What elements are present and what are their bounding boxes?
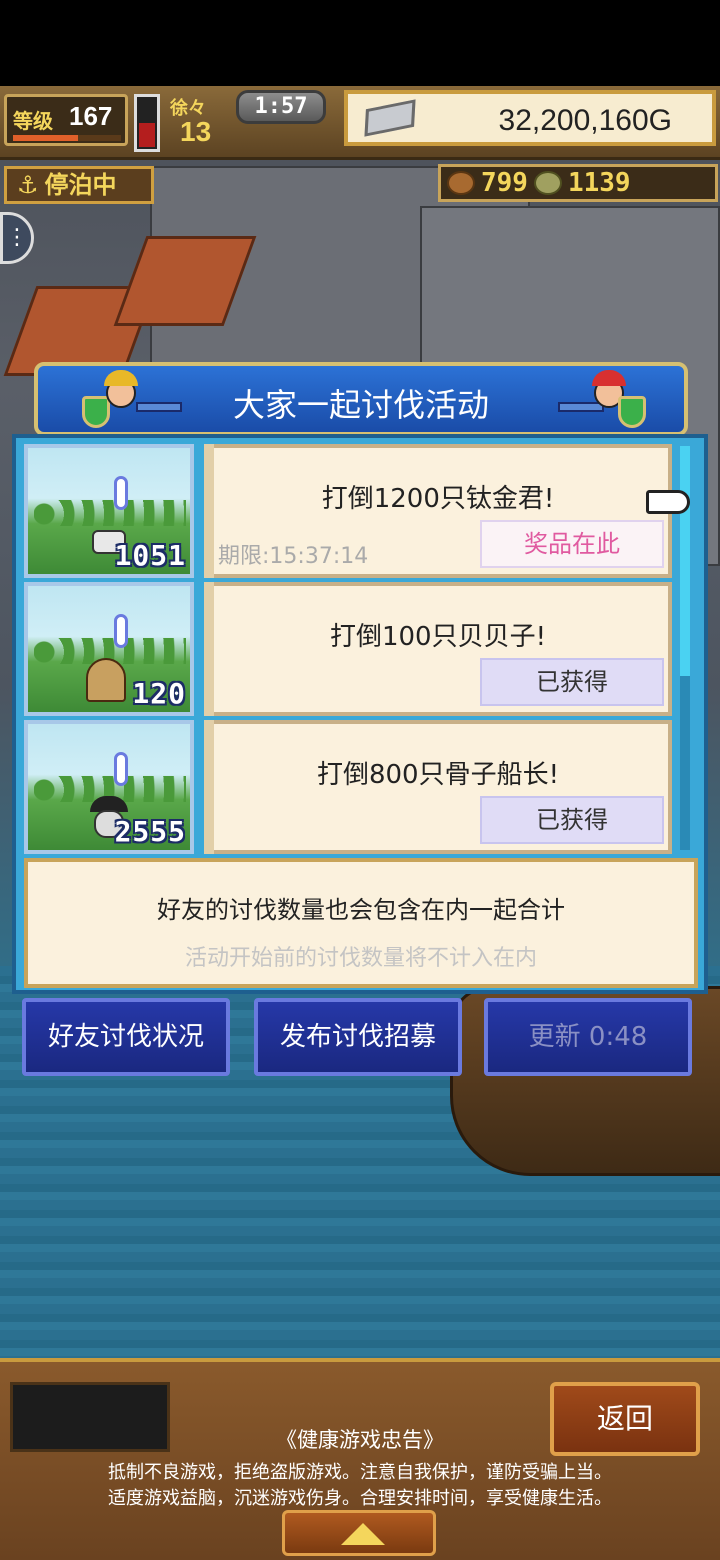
- wood-log-icon: [447, 171, 475, 195]
- obtained-status: 已获得: [480, 796, 664, 844]
- quest-thumbnail: 2555: [24, 720, 194, 854]
- kill-count: 2555: [114, 815, 186, 848]
- status-bar: [0, 0, 720, 86]
- silver-bar-icon: [364, 99, 416, 137]
- exclamation-icon: [114, 752, 128, 786]
- health-notice-title: 《健康游戏忠告》: [276, 1428, 444, 1452]
- hermit-crab-monster-icon: [86, 658, 132, 702]
- event-info: 好友的讨伐数量也会包含在内一起合计 活动开始前的讨伐数量将不计入在内: [24, 858, 698, 988]
- kill-count: 1051: [114, 539, 186, 572]
- resource-2-value: 1139: [567, 168, 631, 198]
- prize-button[interactable]: 奖品在此: [480, 520, 664, 568]
- quest-deadline: 期限:15:37:14: [218, 544, 369, 569]
- gold-value: 32,200,160G: [498, 104, 672, 137]
- up-arrow-icon: [341, 1523, 385, 1545]
- hand-pointer-icon: [646, 490, 690, 514]
- level-value: 167: [69, 101, 113, 131]
- quest-card: 打倒100只贝贝子! 已获得: [204, 582, 672, 716]
- scrollbar-thumb[interactable]: [680, 446, 690, 676]
- dock-status[interactable]: ⚓ 停泊中: [4, 166, 154, 204]
- quest-row: 1051 打倒1200只钛金君! 期限:15:37:14 奖品在此: [24, 444, 690, 578]
- level-panel: 等级 167: [4, 94, 128, 146]
- quest-row: 120 打倒100只贝贝子! 已获得: [24, 582, 672, 716]
- exclamation-icon: [114, 614, 128, 648]
- hat-icon: [592, 370, 626, 386]
- sword-icon: [558, 402, 604, 412]
- friends-status-button[interactable]: 好友讨伐状况: [22, 998, 230, 1076]
- quest-card: 打倒1200只钛金君! 期限:15:37:14 奖品在此: [204, 444, 690, 578]
- timer: 1:57: [236, 90, 326, 124]
- resource-1-value: 799: [481, 168, 528, 198]
- health-notice-line-2: 适度游戏益脑，沉迷游戏伤身。合理安排时间，享受健康生活。: [108, 1488, 612, 1509]
- level-progress-fill: [13, 135, 78, 141]
- event-header: 大家一起讨伐活动: [34, 362, 688, 436]
- kill-count: 120: [132, 677, 186, 710]
- info-main: 好友的讨伐数量也会包含在内一起合计: [157, 896, 565, 924]
- quest-target: 打倒100只贝贝子!: [329, 622, 547, 652]
- coin-icon: [533, 171, 562, 195]
- exclamation-icon: [114, 476, 128, 510]
- level-label: 等级: [13, 111, 53, 133]
- energy-gauge: [134, 94, 160, 152]
- expand-menu-button[interactable]: [282, 1510, 436, 1556]
- info-sub: 活动开始前的讨伐数量将不计入在内: [184, 946, 537, 971]
- quest-card: 打倒800只骨子船长! 已获得: [204, 720, 672, 854]
- quest-thumbnail: 1051: [24, 444, 194, 578]
- anchor-icon: ⚓: [17, 171, 39, 199]
- obtained-status: 已获得: [480, 658, 664, 706]
- level-progress-bar: [13, 135, 121, 141]
- hero-right-icon: [558, 370, 648, 432]
- refresh-button[interactable]: 更新 0:48: [484, 998, 692, 1076]
- gold-panel: 32,200,160G: [344, 90, 716, 146]
- quest-target: 打倒1200只钛金君!: [321, 484, 555, 514]
- event-panel: 1051 打倒1200只钛金君! 期限:15:37:14 奖品在此 120 打倒…: [12, 434, 708, 994]
- quest-row: 2555 打倒800只骨子船长! 已获得: [24, 720, 672, 854]
- gem-label: 徐々: [170, 98, 206, 119]
- shield-icon: [618, 396, 646, 428]
- dock-status-label: 停泊中: [44, 171, 117, 199]
- gem-value: 13: [180, 116, 212, 147]
- quest-thumbnail: 120: [24, 582, 194, 716]
- health-notice-line-1: 抵制不良游戏，拒绝盗版游戏。注意自我保护，谨防受骗上当。: [108, 1462, 612, 1483]
- recruit-button[interactable]: 发布讨伐招募: [254, 998, 462, 1076]
- top-hud: 等级 167 徐々 13 1:57 32,200,160G: [0, 86, 720, 160]
- quest-target: 打倒800只骨子船长!: [316, 760, 560, 790]
- bottom-panel: 返回 《健康游戏忠告》 抵制不良游戏，拒绝盗版游戏。注意自我保护，谨防受骗上当。…: [0, 1358, 720, 1560]
- resource-panel: 799 1139: [438, 164, 718, 202]
- energy-fill: [139, 123, 155, 147]
